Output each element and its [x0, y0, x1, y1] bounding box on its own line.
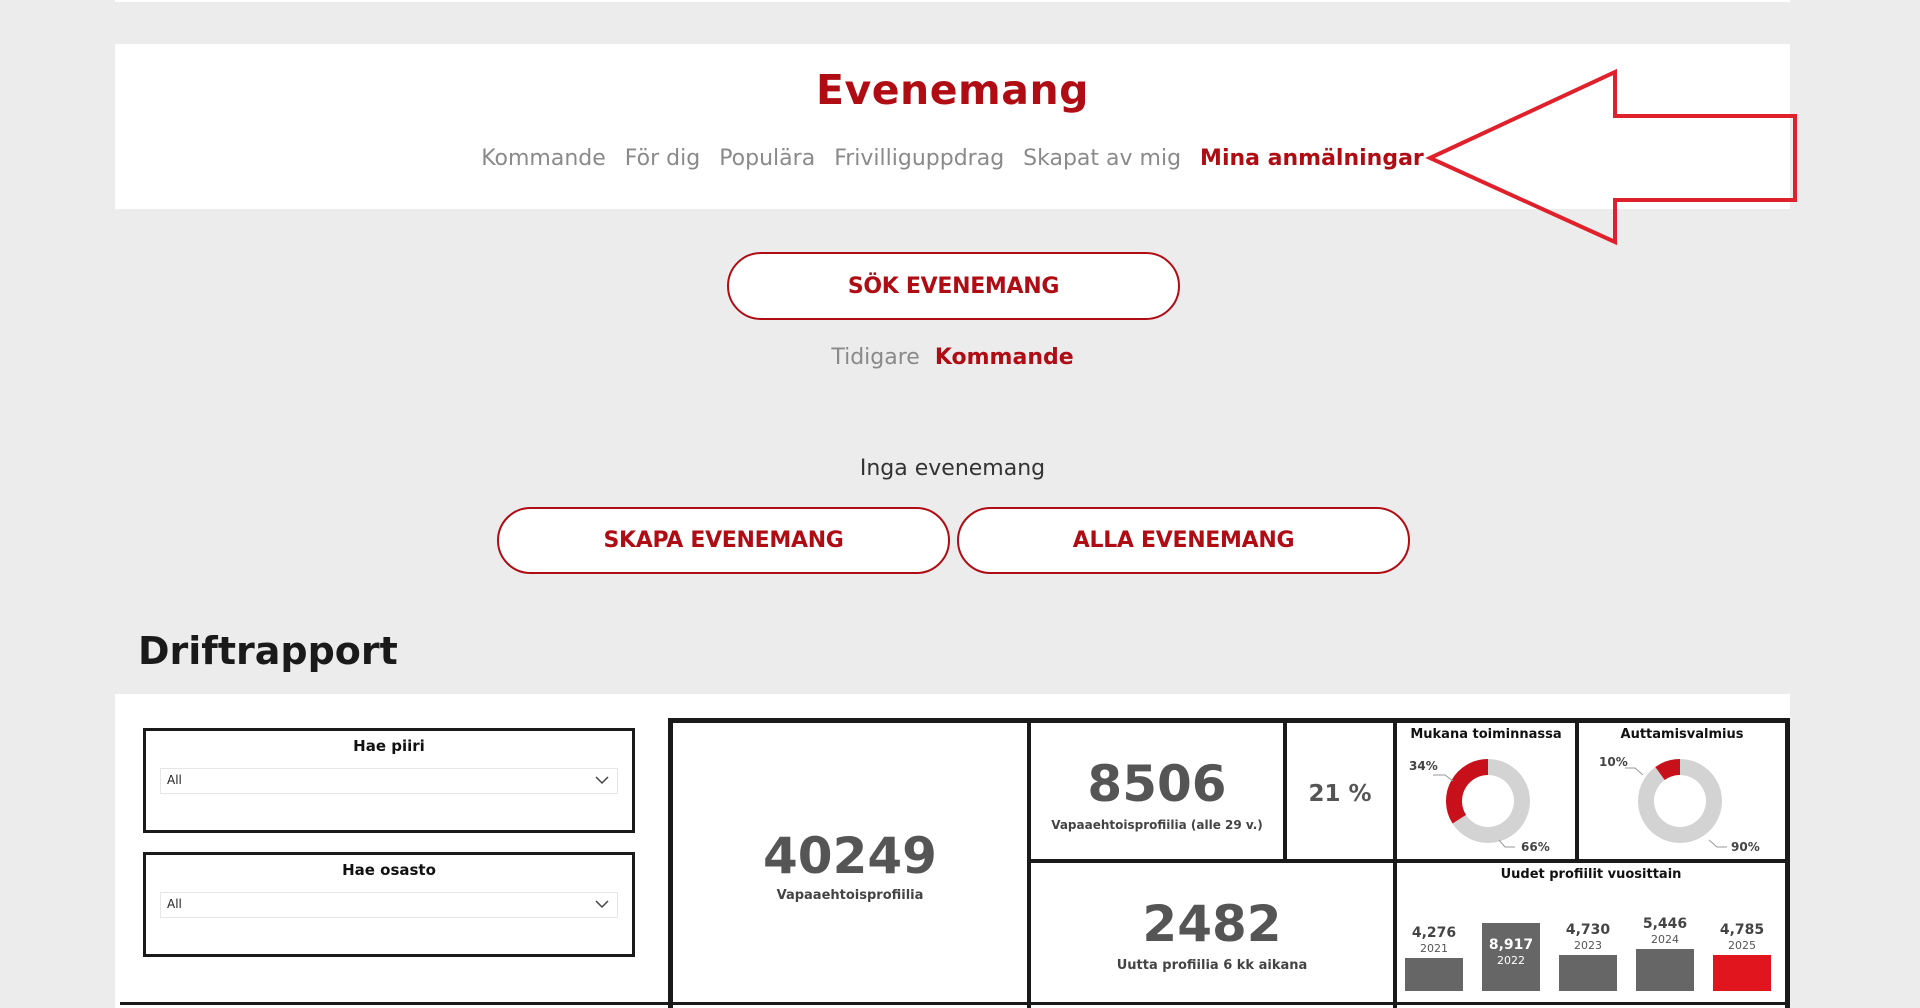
chevron-down-icon	[595, 900, 609, 909]
bar-year-label: 2022	[1497, 954, 1525, 967]
period-toggle: Tidigare Kommande	[0, 345, 1905, 370]
kpi-value: 8506	[1087, 755, 1227, 813]
kpi-new-profiles: 2482 Uutta profiilia 6 kk aikana	[1029, 861, 1395, 1008]
district-slicer: Hae piiri All	[143, 728, 635, 833]
tab-kommande[interactable]: Kommande	[481, 146, 606, 171]
donut-readiness: Auttamisvalmius 10% 90%	[1577, 721, 1787, 861]
bar	[1405, 958, 1463, 991]
all-events-button[interactable]: ALLA EVENEMANG	[957, 507, 1410, 574]
bar	[1713, 954, 1771, 991]
kpi-young-profiles: 8506 Vapaaehtoisprofiilia (alle 29 v.)	[1029, 721, 1285, 861]
bar	[1636, 949, 1694, 991]
empty-state-text: Inga evenemang	[859, 456, 1046, 481]
tab-mina-anmalningar[interactable]: Mina anmälningar	[1200, 146, 1424, 171]
kpi-total-profiles: 40249 Vapaaehtoisprofiilia	[671, 721, 1029, 1008]
bar-year-label: 2025	[1728, 938, 1756, 952]
bar	[1559, 954, 1617, 991]
kpi-value: 40249	[763, 827, 937, 885]
bar-value-label: 4,730	[1565, 921, 1611, 938]
district-select[interactable]: All	[160, 768, 618, 794]
donut-chart	[1625, 759, 1727, 848]
bar-year-label: 2021	[1420, 942, 1448, 956]
bar-value-label: 4,276	[1411, 925, 1457, 942]
kpi-value: 21 %	[1308, 781, 1372, 807]
bar-value-label: 4,785	[1719, 921, 1765, 938]
annotation-arrow-icon	[1425, 68, 1797, 246]
tab-frivilliguppdrag[interactable]: Frivilliguppdrag	[834, 146, 1004, 171]
kpi-young-share: 21 %	[1285, 721, 1395, 861]
slicer-label: Hae osasto	[342, 861, 436, 879]
select-value: All	[167, 897, 182, 911]
chevron-down-icon	[595, 776, 609, 785]
kpi-value: 2482	[1142, 895, 1282, 953]
department-slicer: Hae osasto All	[143, 852, 635, 957]
donut-chart	[1433, 759, 1530, 848]
bar-value-label: 8,917	[1488, 937, 1534, 953]
kpi-grid: 40249 Vapaaehtoisprofiilia 8506 Vapaaeht…	[668, 718, 1790, 1008]
top-strip	[115, 0, 1790, 2]
period-past-link[interactable]: Tidigare	[831, 345, 920, 370]
bars-area: 4,276 2021 8,917 2022 4,730 2023 5,446 2024 4,78…	[1397, 863, 1789, 1008]
bar-value-label: 5,446	[1642, 916, 1688, 933]
department-select[interactable]: All	[160, 892, 618, 918]
bar-year-label: 2023	[1574, 938, 1602, 952]
donut-active: Mukana toiminnassa 34% 66%	[1395, 721, 1577, 861]
kpi-label: Vapaaehtoisprofiilia (alle 29 v.)	[1051, 818, 1263, 832]
yearly-profiles-chart: Uudet profiilit vuosittain 4,276 2021 8,91…	[1395, 861, 1787, 1008]
tab-for-dig[interactable]: För dig	[625, 146, 700, 171]
report-title: Driftrapport	[138, 629, 398, 673]
kpi-label: Vapaaehtoisprofiilia	[776, 888, 924, 903]
slicer-label: Hae piiri	[353, 737, 425, 755]
period-upcoming-link[interactable]: Kommande	[935, 345, 1074, 370]
select-value: All	[167, 773, 182, 787]
search-events-button[interactable]: SÖK EVENEMANG	[727, 252, 1180, 320]
tab-populara[interactable]: Populära	[719, 146, 815, 171]
bar-year-label: 2024	[1651, 933, 1679, 947]
report-embed: Hae piiri All Hae osasto All 40249 Vapaa…	[115, 694, 1790, 1008]
kpi-label: Uutta profiilia 6 kk aikana	[1116, 958, 1308, 973]
report-bottom-border	[120, 1002, 1790, 1008]
tab-skapat-av-mig[interactable]: Skapat av mig	[1023, 146, 1181, 171]
create-event-button[interactable]: SKAPA EVENEMANG	[497, 507, 950, 574]
